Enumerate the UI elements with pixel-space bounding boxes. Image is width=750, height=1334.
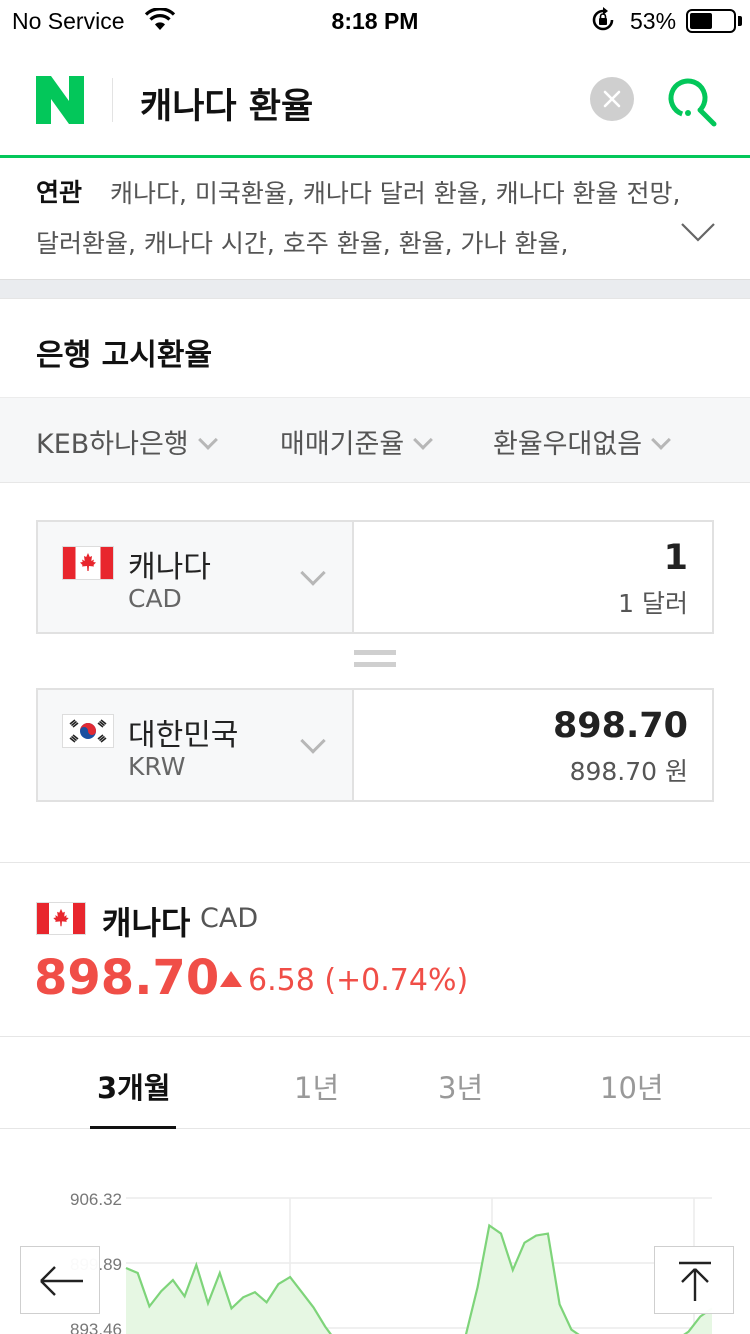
scroll-top-icon <box>679 1261 711 1301</box>
chevron-down-icon <box>300 728 326 754</box>
rotation-lock-icon <box>590 7 616 39</box>
chevron-down-icon <box>300 560 326 586</box>
summary-currency-name: 캐나다 <box>102 904 191 942</box>
from-amount-input[interactable]: 1 <box>664 538 688 578</box>
chart-area <box>126 1225 712 1334</box>
back-button[interactable] <box>20 1246 100 1314</box>
close-icon <box>603 90 621 108</box>
canada-flag-icon <box>62 546 114 580</box>
related-keyword-link[interactable]: 캐나다 시간, <box>144 229 283 258</box>
to-amount-text: 898.70 원 <box>569 757 688 786</box>
tab-10-years[interactable]: 10년 <box>600 1065 664 1107</box>
to-currency-select[interactable]: 대한민국 KRW <box>38 690 354 800</box>
status-bar: No Service 8:18 PM 53% <box>0 0 750 40</box>
from-currency-code: CAD <box>128 584 182 613</box>
from-currency-name: 캐나다 <box>128 550 211 585</box>
battery-level <box>690 13 713 29</box>
related-keyword-link[interactable]: 환율, <box>399 229 461 258</box>
battery-nub <box>738 16 742 26</box>
chevron-down-icon <box>413 430 434 450</box>
rate-chart: 906.32899.89893.46 <box>0 1130 750 1334</box>
tab-3-months[interactable]: 3개월 <box>97 1065 171 1107</box>
rate-chart-svg: 906.32899.89893.46 <box>70 1190 713 1334</box>
naver-logo-icon[interactable] <box>36 76 84 124</box>
related-keyword-link[interactable]: 미국환율, <box>195 179 303 208</box>
battery-icon <box>686 9 736 33</box>
rate-type-label: 매매기준율 <box>280 429 405 460</box>
header-divider <box>112 78 113 122</box>
to-currency-code: KRW <box>128 752 186 781</box>
summary-currency-code: CAD <box>200 903 259 934</box>
equals-icon <box>354 650 396 672</box>
chart-y-tick-label: 906.32 <box>70 1190 122 1209</box>
to-amount-input[interactable]: 898.70 <box>553 706 688 746</box>
related-keywords: 연관 캐나다, 미국환율, 캐나다 달러 환율, 캐나다 환율 전망, 달러환율… <box>0 161 750 279</box>
section-title: 은행 고시환율 <box>36 338 213 373</box>
chevron-down-icon <box>651 430 671 450</box>
search-query[interactable]: 캐나다 환율 <box>140 78 313 129</box>
chevron-down-icon[interactable] <box>680 221 716 243</box>
bank-select[interactable]: KEB하나은행 <box>36 422 218 461</box>
arrow-left-icon <box>40 1266 83 1296</box>
rate-change: 6.58 (+0.74%) <box>220 963 468 998</box>
chart-y-tick-label: 893.46 <box>70 1320 122 1334</box>
rate-type-select[interactable]: 매매기준율 <box>280 422 434 461</box>
converter-from-row: 캐나다 CAD 1 1 달러 <box>36 520 714 634</box>
rate-change-text: 6.58 (+0.74%) <box>248 963 469 998</box>
related-keyword-link[interactable]: 캐나다 환율 전망, <box>496 179 681 208</box>
related-keyword-list: 캐나다, 미국환율, 캐나다 달러 환율, 캐나다 환율 전망, 달러환율, 캐… <box>36 169 696 269</box>
from-amount-text: 1 달러 <box>618 589 688 618</box>
to-currency-name: 대한민국 <box>128 718 239 753</box>
divider <box>0 862 750 863</box>
current-rate: 898.70 <box>34 950 220 1006</box>
related-keyword-link[interactable]: 가나 환율, <box>461 229 569 258</box>
tab-3-years[interactable]: 3년 <box>438 1065 483 1107</box>
search-header: 캐나다 환율 <box>0 40 750 158</box>
scroll-top-button[interactable] <box>654 1246 734 1314</box>
chevron-down-icon <box>197 430 218 450</box>
tab-1-year[interactable]: 1년 <box>294 1065 339 1107</box>
canada-flag-icon <box>36 902 86 935</box>
battery-percent: 53% <box>630 8 677 34</box>
search-icon <box>668 78 717 127</box>
up-triangle-icon <box>220 971 242 987</box>
filter-bar: KEB하나은행 매매기준율 환율우대없음 <box>0 397 750 483</box>
related-keyword-link[interactable]: 달러환율, <box>36 229 144 258</box>
converter-to-row: 대한민국 KRW 898.70 898.70 원 <box>36 688 714 802</box>
korea-flag-icon <box>62 714 114 748</box>
related-keyword-link[interactable]: 캐나다 달러 환율, <box>303 179 496 208</box>
related-keyword-link[interactable]: 캐나다, <box>110 179 195 208</box>
from-currency-select[interactable]: 캐나다 CAD <box>38 522 354 632</box>
bank-select-label: KEB하나은행 <box>36 429 189 460</box>
preferential-select[interactable]: 환율우대없음 <box>493 422 671 461</box>
search-button[interactable] <box>664 74 720 130</box>
preferential-label: 환율우대없음 <box>493 429 643 460</box>
period-tabs: 3개월 1년 3년 10년 <box>0 1037 750 1129</box>
section-divider <box>0 279 750 299</box>
related-keyword-link[interactable]: 호주 환율, <box>283 229 399 258</box>
active-tab-indicator <box>90 1126 176 1129</box>
clear-search-button[interactable] <box>590 77 634 121</box>
